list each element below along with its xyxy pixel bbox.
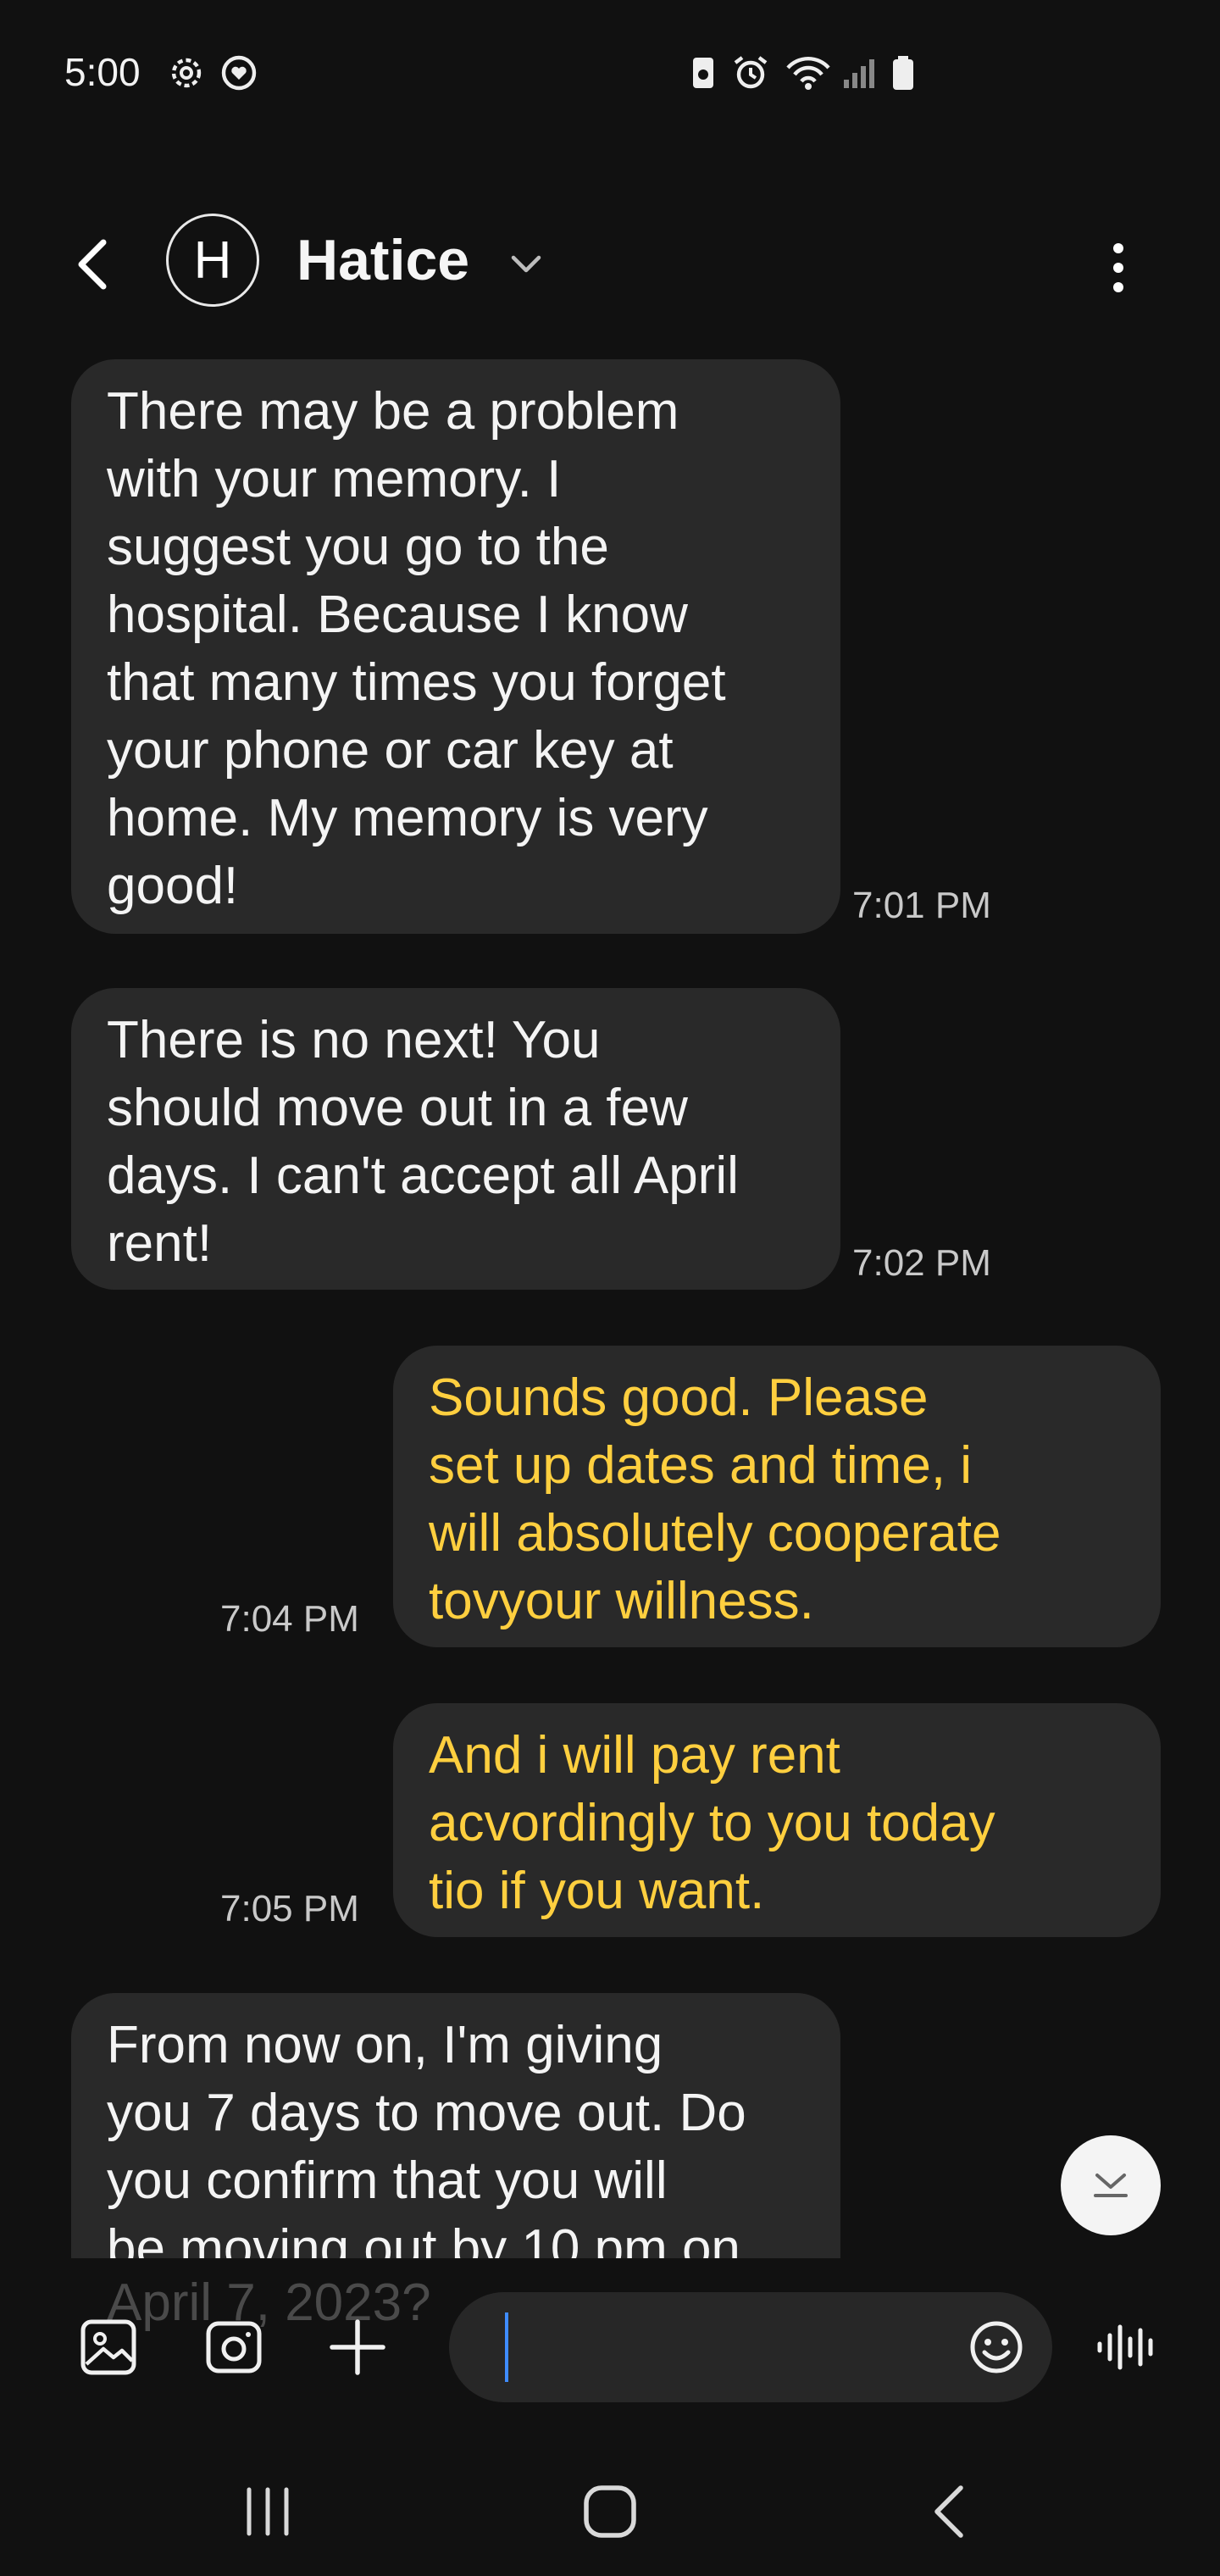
emoji-icon[interactable]: [966, 2317, 1027, 2378]
message-bubble-incoming[interactable]: From now on, I'm giving you 7 days to mo…: [71, 1993, 840, 2258]
contact-name[interactable]: Hatice: [297, 227, 469, 293]
message-line: rent!: [107, 1214, 213, 1273]
status-bar: 5:00: [0, 0, 1220, 144]
message-line: with your memory. I: [107, 450, 562, 508]
message-line: tovyour willness.: [429, 1572, 814, 1630]
status-time: 5:00: [64, 50, 141, 94]
message-bubble-incoming[interactable]: There may be a problem with your memory.…: [71, 359, 840, 934]
home-icon[interactable]: [576, 2478, 644, 2545]
message-line: good!: [107, 857, 239, 915]
message-line: that many times you forget: [107, 653, 726, 712]
back-icon[interactable]: [915, 2478, 983, 2545]
voice-icon[interactable]: [1093, 2313, 1161, 2381]
message-line: acvordingly to you today: [429, 1794, 995, 1852]
message-bubble-outgoing[interactable]: Sounds good. Please set up dates and tim…: [393, 1346, 1161, 1647]
scroll-to-bottom-button[interactable]: [1061, 2135, 1161, 2235]
message-line: should move out in a few: [107, 1079, 688, 1137]
camera-icon[interactable]: [200, 2313, 268, 2381]
message-line: you confirm that you will: [107, 2151, 668, 2210]
message-line: And i will pay rent: [429, 1726, 840, 1785]
message-line: days. I can't accept all April: [107, 1146, 739, 1205]
message-input[interactable]: [449, 2292, 1052, 2402]
message-list[interactable]: There may be a problem with your memory.…: [0, 339, 1220, 2258]
wifi-icon: [785, 53, 832, 93]
message-line: From now on, I'm giving: [107, 2016, 663, 2074]
message-timestamp: 7:01 PM: [852, 885, 991, 926]
message-timestamp: 7:05 PM: [220, 1888, 359, 1929]
message-line: Sounds good. Please: [429, 1368, 929, 1427]
message-line: There may be a problem: [107, 382, 679, 441]
message-line: be moving out by 10 pm on: [107, 2219, 740, 2258]
message-line: you 7 days to move out. Do: [107, 2084, 746, 2142]
plus-icon[interactable]: [324, 2313, 391, 2381]
shield-heart-icon: [219, 53, 259, 93]
message-line: tio if you want.: [429, 1862, 765, 1920]
message-line: set up dates and time, i: [429, 1436, 973, 1495]
battery-icon: [883, 53, 923, 93]
gear-icon: [166, 53, 207, 93]
text-caret: [505, 2312, 508, 2382]
signal-icon: [839, 53, 879, 93]
message-bubble-outgoing[interactable]: And i will pay rent acvordingly to you t…: [393, 1703, 1161, 1937]
avatar[interactable]: H: [166, 214, 259, 307]
message-line: your phone or car key at: [107, 721, 674, 780]
message-line: suggest you go to the: [107, 518, 609, 576]
recents-icon[interactable]: [234, 2478, 302, 2545]
gallery-icon[interactable]: [75, 2313, 142, 2381]
message-line: home. My memory is very: [107, 789, 708, 847]
message-timestamp: 7:04 PM: [220, 1598, 359, 1640]
back-button[interactable]: [64, 230, 124, 298]
message-line: There is no next! You: [107, 1011, 601, 1069]
conversation-header: H Hatice: [0, 203, 1220, 322]
more-options-button[interactable]: [1093, 234, 1144, 302]
navigation-bar: [0, 2440, 1220, 2576]
message-line: hospital. Because I know: [107, 586, 688, 644]
chevron-down-icon[interactable]: [507, 247, 546, 281]
message-bubble-incoming[interactable]: There is no next! You should move out in…: [71, 988, 840, 1290]
alarm-icon: [730, 53, 771, 93]
battery-saver-icon: [683, 53, 724, 93]
scroll-down-icon: [1085, 2158, 1136, 2213]
message-line: will absolutely cooperate: [429, 1504, 1001, 1563]
message-timestamp: 7:02 PM: [852, 1242, 991, 1284]
